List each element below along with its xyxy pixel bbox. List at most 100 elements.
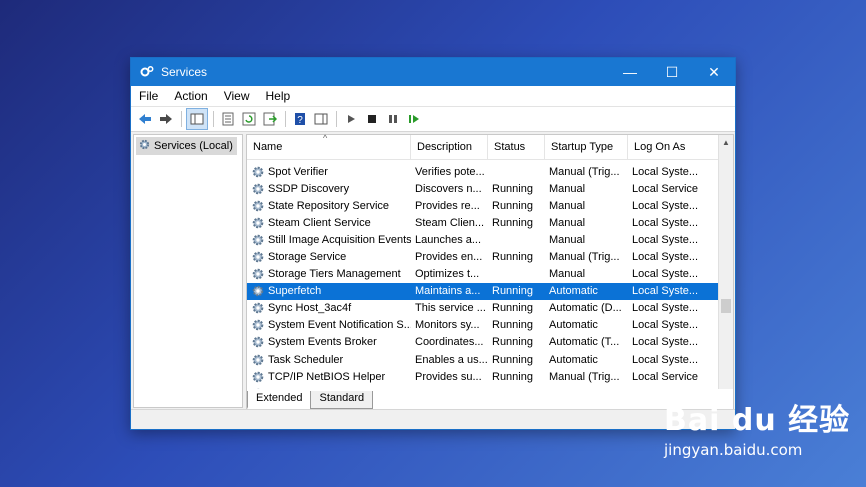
menu-action[interactable]: Action: [166, 89, 215, 103]
maximize-button[interactable]: ☐: [651, 58, 693, 86]
service-gear-icon: [251, 301, 265, 315]
close-button[interactable]: ✕: [693, 58, 735, 86]
column-status-label: Status: [494, 141, 526, 153]
service-startup-type: Automatic: [549, 285, 598, 298]
service-name: Sync Host_3ac4f: [247, 301, 411, 315]
stop-service-icon[interactable]: [362, 109, 382, 129]
service-startup-type: Manual: [549, 182, 586, 195]
service-description: Provides Tel...: [411, 388, 488, 389]
service-name-text: Still Image Acquisition Events: [268, 233, 411, 246]
service-row[interactable]: Superfetch Maintains a... Running Automatic…: [247, 282, 719, 300]
service-description: Provides en...: [415, 251, 483, 264]
service-description: Launches a...: [415, 233, 482, 246]
service-gear-icon: [251, 267, 265, 281]
service-row[interactable]: TCP/IP NetBIOS Helper Provides su... Runni…: [247, 368, 719, 385]
service-startup-type: Automatic: [549, 353, 598, 366]
back-arrow-icon[interactable]: [135, 109, 155, 129]
service-startup-type: Manual (Trig...: [549, 251, 620, 264]
service-status: Running: [492, 302, 533, 315]
export-list-icon[interactable]: [260, 109, 280, 129]
vertical-scrollbar[interactable]: ▲: [718, 135, 733, 389]
service-row[interactable]: Storage Tiers Management Optimizes t... Ma…: [247, 266, 719, 283]
title-bar[interactable]: Services — ☐ ✕: [131, 58, 735, 86]
service-description: Discovers n...: [415, 182, 482, 195]
toolbar-separator: [336, 111, 337, 127]
service-status: Running: [492, 336, 533, 349]
service-gear-icon: [251, 165, 265, 179]
service-row[interactable]: Spot Verifier Verifies pote... Manual (Tri…: [247, 163, 719, 180]
menu-view[interactable]: View: [216, 89, 258, 103]
service-row[interactable]: Task Scheduler Enables a us... Running Auto…: [247, 351, 719, 368]
tab-standard[interactable]: Standard: [310, 391, 374, 409]
service-gear-icon: [251, 250, 265, 264]
view-tabs: Extended Standard: [247, 391, 733, 409]
service-name-text: Storage Service: [268, 251, 347, 264]
service-row[interactable]: Steam Client Service Steam Clien... Runnin…: [247, 214, 719, 231]
service-startup-type: Manual (Trig...: [549, 165, 620, 178]
service-status: Running: [492, 199, 533, 212]
tree-item-label: Services (Local): [154, 140, 233, 152]
toolbar-separator: [181, 111, 182, 127]
properties-icon[interactable]: [218, 109, 238, 129]
start-service-icon[interactable]: [341, 109, 361, 129]
service-logon-as: Local Syste...: [632, 336, 699, 349]
service-logon-as: Local Syste...: [632, 199, 699, 212]
toolbar-separator: [285, 111, 286, 127]
service-gear-icon: [251, 370, 265, 384]
refresh-icon[interactable]: [239, 109, 259, 129]
service-logon-as: Local Syste...: [632, 216, 699, 229]
main-content: Services (Local) ^ Name Description Stat…: [131, 132, 735, 412]
forward-arrow-icon[interactable]: [156, 109, 176, 129]
console-tree: Services (Local): [133, 134, 243, 408]
svg-text:?: ?: [297, 115, 303, 126]
column-name-label: Name: [253, 141, 283, 153]
column-description[interactable]: Description: [411, 135, 488, 159]
status-bar: [131, 409, 735, 429]
scroll-up-icon[interactable]: ▲: [719, 135, 733, 149]
service-status: Running: [492, 251, 533, 264]
restart-service-icon[interactable]: [404, 109, 424, 129]
service-startup-type: Manual: [549, 199, 586, 212]
service-startup-type: Manual: [545, 388, 628, 389]
menu-file[interactable]: File: [131, 89, 166, 103]
help-icon[interactable]: ?: [290, 109, 310, 129]
service-row[interactable]: Sync Host_3ac4f This service ... Running Au…: [247, 300, 719, 317]
column-status[interactable]: Status: [488, 135, 545, 159]
service-row[interactable]: Storage Service Provides en... Running Manu…: [247, 248, 719, 265]
column-logon-as[interactable]: Log On As: [628, 135, 719, 159]
service-name-text: Sync Host_3ac4f: [268, 302, 352, 315]
pause-service-icon[interactable]: [383, 109, 403, 129]
service-gear-icon: [251, 182, 265, 196]
show-hide-tree-icon[interactable]: [186, 108, 208, 130]
minimize-button[interactable]: —: [609, 58, 651, 86]
service-startup-type: Manual: [549, 268, 586, 281]
service-row[interactable]: State Repository Service Provides re... Ru…: [247, 197, 719, 214]
service-row[interactable]: System Event Notification S... Monitors s…: [247, 317, 719, 334]
service-status: Running: [492, 216, 533, 229]
service-gear-icon: [251, 233, 265, 247]
service-description: Provides re...: [415, 199, 480, 212]
menu-help[interactable]: Help: [258, 89, 299, 103]
service-name-text: State Repository Service: [268, 199, 390, 212]
service-description: Monitors sy...: [415, 319, 480, 332]
tab-extended[interactable]: Extended: [247, 391, 312, 409]
show-hide-action-pane-icon[interactable]: [311, 109, 331, 129]
column-logon-label: Log On As: [634, 141, 686, 153]
service-logon-as: Local Syste...: [632, 233, 699, 246]
service-row[interactable]: Telephony Provides Tel... ManualNetwork S.…: [247, 385, 719, 389]
service-row[interactable]: SSDP Discovery Discovers n... Running Manua…: [247, 180, 719, 197]
service-status: Running: [492, 285, 533, 298]
services-gear-icon: [138, 138, 151, 154]
service-row[interactable]: System Events Broker Coordinates... Runnin…: [247, 334, 719, 351]
services-list-pane: ^ Name Description Status Startup Type L…: [246, 133, 734, 412]
service-row[interactable]: Still Image Acquisition Events Launches a…: [247, 231, 719, 248]
service-logon-as: Local Syste...: [632, 285, 699, 298]
column-startup-type[interactable]: Startup Type: [545, 135, 628, 159]
service-status: Running: [492, 370, 533, 383]
column-name[interactable]: ^ Name: [247, 133, 411, 159]
service-name: Storage Service: [247, 250, 411, 264]
scroll-thumb[interactable]: [721, 299, 731, 313]
service-name: Telephony: [247, 387, 411, 389]
tree-item-services-local[interactable]: Services (Local): [136, 137, 237, 155]
watermark-logo: Bai du 经验: [664, 403, 851, 438]
